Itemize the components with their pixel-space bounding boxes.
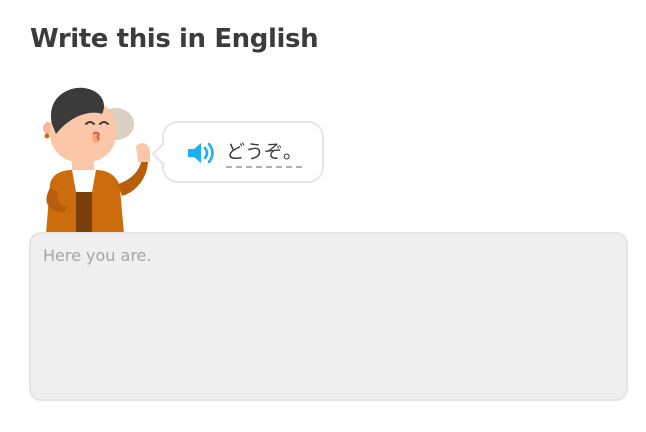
character-illustration [43,87,150,234]
prompt-text[interactable]: どうぞ。 [226,140,303,168]
page-title: Write this in English [30,24,319,54]
speech-bubble: どうぞ。 [151,121,324,183]
speaker-icon[interactable] [186,140,218,166]
answer-input[interactable] [29,232,628,401]
